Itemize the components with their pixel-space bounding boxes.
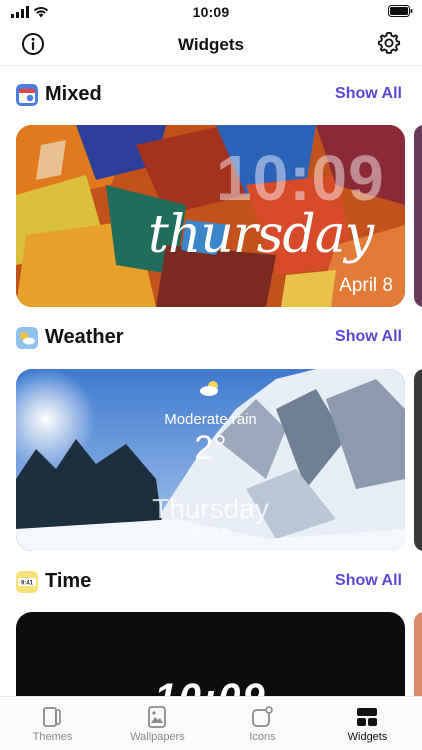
clock-icon: 9:41: [16, 571, 38, 593]
gear-icon[interactable]: [377, 31, 401, 55]
weather-date: April 8: [192, 525, 229, 540]
section-title: Weather: [45, 326, 124, 348]
section-title: Time: [45, 570, 92, 592]
battery-icon: [388, 5, 413, 17]
tab-wallpapers[interactable]: Wallpapers: [105, 697, 210, 750]
section-title: Mixed: [45, 83, 102, 105]
section-header-weather: Weather Show All: [0, 324, 422, 354]
next-card-preview[interactable]: [414, 125, 422, 307]
weather-day: Thursday: [152, 493, 269, 524]
weather-widget-card[interactable]: Moderate rain 2° Thursday April 8: [16, 369, 405, 551]
tab-label: Themes: [32, 731, 73, 743]
tab-themes[interactable]: Themes: [0, 697, 105, 750]
wallpapers-icon: [148, 706, 166, 728]
navigation-header: Widgets: [0, 26, 422, 66]
tab-widgets[interactable]: Widgets: [315, 697, 420, 750]
weather-condition: Moderate rain: [164, 411, 257, 428]
show-all-button[interactable]: Show All: [335, 328, 402, 346]
weather-icon: [16, 327, 38, 349]
section-header-mixed: Mixed Show All: [0, 81, 422, 111]
themes-icon: [43, 707, 61, 727]
tab-icons[interactable]: Icons: [210, 697, 315, 750]
rain-cloud-icon: [200, 381, 218, 396]
section-header-time: 9:41 Time Show All: [0, 568, 422, 598]
page-title: Widgets: [178, 35, 244, 54]
widget-day: thursday: [148, 205, 374, 265]
calendar-icon: [16, 84, 38, 106]
show-all-button[interactable]: Show All: [335, 85, 402, 103]
widgets-icon: [357, 708, 377, 726]
svg-text:9:41: 9:41: [21, 581, 34, 587]
tab-bar: Themes Wallpapers Icons Widgets: [0, 696, 422, 750]
status-bar: 10:09: [0, 0, 422, 26]
status-time: 10:09: [192, 4, 230, 20]
widget-date: April 8: [339, 275, 393, 296]
tab-label: Icons: [249, 731, 276, 743]
widget-time: 10:09: [216, 142, 385, 214]
tab-label: Wallpapers: [130, 731, 185, 743]
next-card-preview[interactable]: [414, 369, 422, 551]
weather-temperature: 2°: [194, 429, 227, 467]
mixed-widget-card[interactable]: 10:09 thursday April 8: [16, 125, 405, 307]
tab-label: Widgets: [347, 731, 388, 743]
show-all-button[interactable]: Show All: [335, 572, 402, 590]
icons-icon: [252, 706, 273, 727]
